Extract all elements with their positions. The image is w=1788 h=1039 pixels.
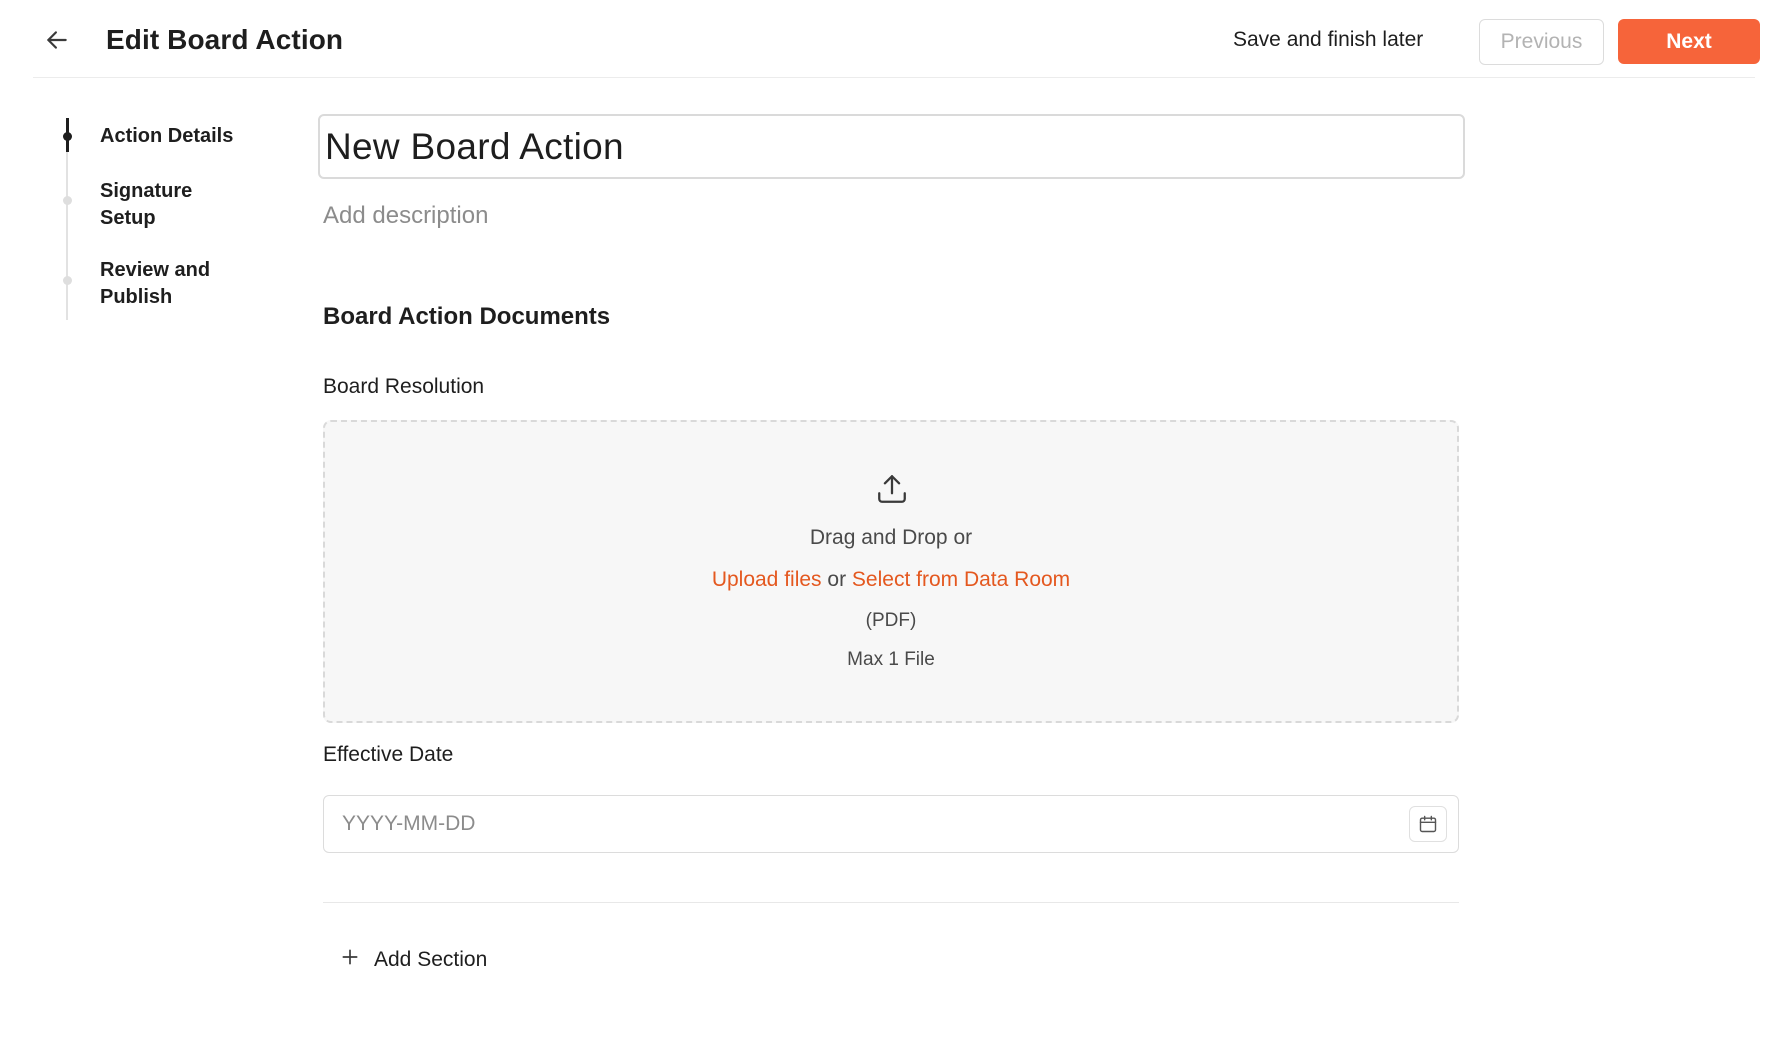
add-section-button[interactable]: Add Section xyxy=(340,944,487,976)
step-dot xyxy=(63,276,72,285)
step-action-details[interactable]: Action Details xyxy=(100,123,290,150)
upload-options: Upload files or Select from Data Room xyxy=(325,568,1457,592)
previous-button[interactable]: Previous xyxy=(1479,19,1604,65)
calendar-icon[interactable] xyxy=(1409,806,1447,842)
step-dot xyxy=(63,196,72,205)
effective-date-field xyxy=(323,795,1459,853)
add-section-label: Add Section xyxy=(374,948,488,971)
section-divider xyxy=(323,902,1459,903)
step-signature-setup[interactable]: Signature Setup xyxy=(100,178,210,232)
save-and-finish-later-button[interactable]: Save and finish later xyxy=(1233,28,1423,52)
header-bar: Edit Board Action Save and finish later … xyxy=(33,0,1760,78)
edit-board-action-page: Edit Board Action Save and finish later … xyxy=(0,0,1788,1039)
board-action-title-input[interactable] xyxy=(318,114,1465,179)
effective-date-label: Effective Date xyxy=(323,743,454,766)
next-button[interactable]: Next xyxy=(1618,19,1760,64)
drag-and-drop-text: Drag and Drop or xyxy=(809,526,973,549)
section-title: Board Action Documents xyxy=(323,303,611,330)
back-arrow-icon[interactable] xyxy=(41,24,73,56)
or-text: or xyxy=(827,568,847,591)
upload-files-link[interactable]: Upload files xyxy=(712,568,822,591)
board-resolution-label: Board Resolution xyxy=(323,375,485,398)
max-files-hint: Max 1 File xyxy=(847,649,935,670)
description-input[interactable] xyxy=(323,198,1023,234)
effective-date-input[interactable] xyxy=(342,796,1342,852)
file-type-hint: (PDF) xyxy=(865,610,917,631)
upload-icon xyxy=(875,472,909,506)
plus-icon xyxy=(340,947,360,973)
step-review-and-publish[interactable]: Review and Publish xyxy=(100,257,230,311)
page-title: Edit Board Action xyxy=(106,24,344,55)
select-from-data-room-link[interactable]: Select from Data Room xyxy=(852,568,1070,591)
step-dot-active xyxy=(63,132,72,141)
progress-stepper: Action Details Signature Setup Review an… xyxy=(55,118,285,358)
file-dropzone[interactable]: Drag and Drop or Upload files or Select … xyxy=(323,420,1459,723)
